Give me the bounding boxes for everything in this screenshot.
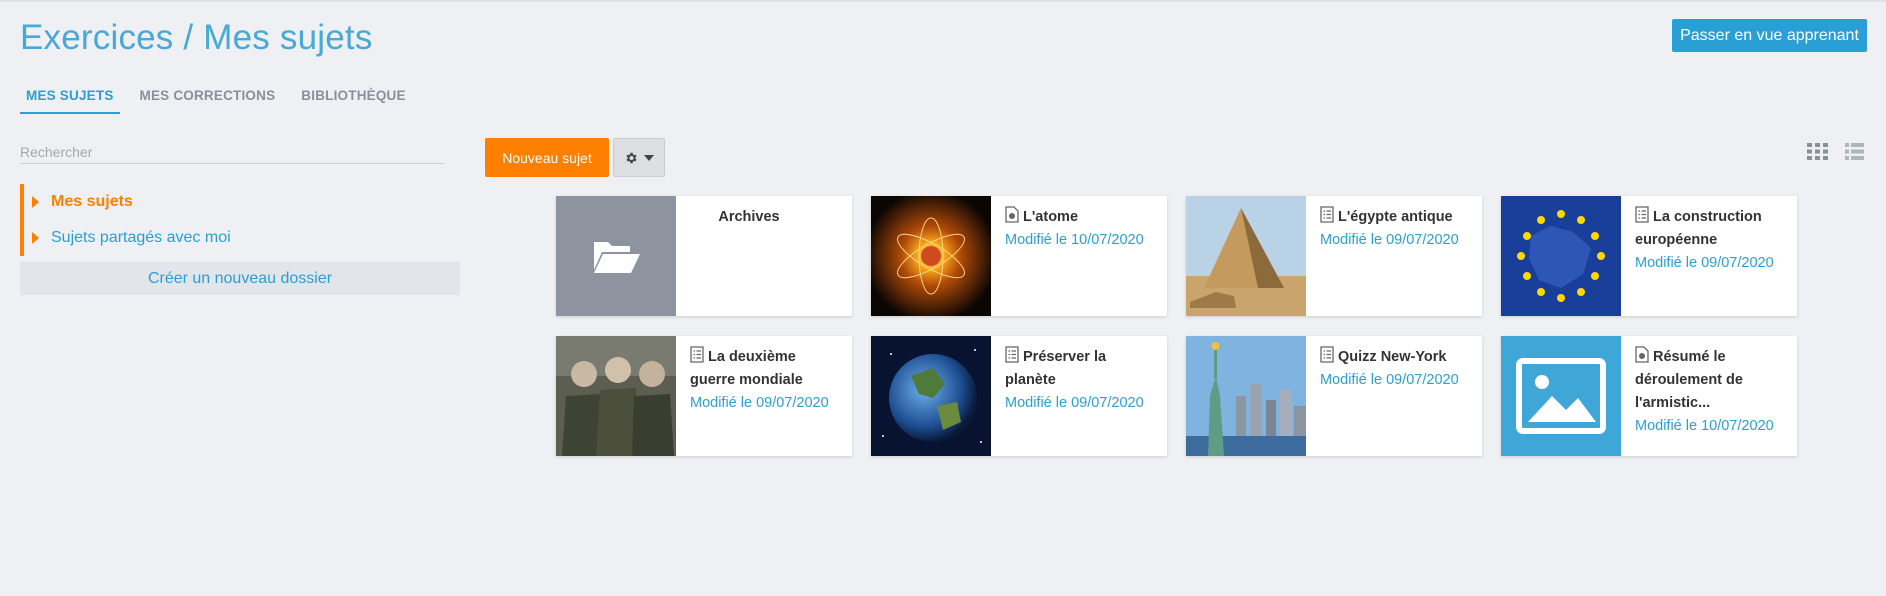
folder-tree: Mes sujets Sujets partagés avec moi: [20, 184, 460, 256]
card-title: L'égypte antique: [1338, 209, 1453, 225]
chevron-down-icon: [644, 154, 654, 161]
image-placeholder-icon: [1516, 358, 1606, 434]
card-date: Modifié le 09/07/2020: [1005, 395, 1144, 411]
sidebar: Mes sujets Sujets partagés avec moi Crée…: [20, 140, 460, 295]
page-title: Exercices / Mes sujets: [20, 18, 373, 57]
open-folder-icon: [594, 242, 640, 273]
card-date: Modifié le 10/07/2020: [1005, 232, 1144, 248]
subjects-grid: Archives L'atome Modifié le 10/07/2020 L…: [556, 196, 1797, 456]
card-subject[interactable]: Résumé le déroulement de l'armistic... M…: [1501, 336, 1797, 456]
doc-quiz-icon: [1635, 346, 1649, 363]
card-date: Modifié le 09/07/2020: [1320, 232, 1459, 248]
doc-list-icon: [1005, 346, 1019, 363]
folder-sujets-partages[interactable]: Sujets partagés avec moi: [24, 220, 460, 256]
card-subject[interactable]: Préserver la planète Modifié le 09/07/20…: [871, 336, 1167, 456]
card-subject[interactable]: La deuxième guerre mondiale Modifié le 0…: [556, 336, 852, 456]
caret-right-icon: [32, 196, 39, 208]
thumbnail-europe: [1501, 196, 1621, 316]
card-subject[interactable]: L'atome Modifié le 10/07/2020: [871, 196, 1167, 316]
card-title: Archives: [718, 209, 780, 225]
card-subject[interactable]: La construction européenne Modifié le 09…: [1501, 196, 1797, 316]
tab-mes-corrections[interactable]: MES CORRECTIONS: [134, 80, 282, 114]
thumbnail-atome: [871, 196, 991, 316]
thumbnail-egypte: [1186, 196, 1306, 316]
doc-list-icon: [1320, 346, 1334, 363]
list-view-icon[interactable]: [1845, 143, 1864, 160]
card-date: Modifié le 09/07/2020: [1635, 255, 1774, 271]
doc-list-icon: [690, 346, 704, 363]
doc-list-icon: [1320, 206, 1334, 223]
card-title: La deuxième guerre mondiale: [690, 349, 803, 388]
folder-thumbnail: [556, 196, 676, 316]
thumbnail-guerre-mondiale: [556, 336, 676, 456]
card-archives[interactable]: Archives: [556, 196, 852, 316]
settings-dropdown-button[interactable]: [613, 138, 665, 177]
card-date: Modifié le 09/07/2020: [690, 395, 829, 411]
search-input[interactable]: [20, 140, 445, 164]
folder-label: Mes sujets: [51, 193, 133, 210]
folder-label: Sujets partagés avec moi: [51, 229, 231, 246]
card-date: Modifié le 10/07/2020: [1635, 418, 1774, 434]
card-date: Modifié le 09/07/2020: [1320, 372, 1459, 388]
card-subject[interactable]: Quizz New-York Modifié le 09/07/2020: [1186, 336, 1482, 456]
view-switcher: [1807, 143, 1864, 160]
doc-quiz-icon: [1005, 206, 1019, 223]
card-title: Préserver la planète: [1005, 349, 1107, 388]
card-title: Résumé le déroulement de l'armistic...: [1635, 349, 1743, 411]
card-subject[interactable]: L'égypte antique Modifié le 09/07/2020: [1186, 196, 1482, 316]
thumbnail-placeholder: [1501, 336, 1621, 456]
thumbnail-new-york: [1186, 336, 1306, 456]
gear-icon: [626, 152, 637, 163]
card-title: Quizz New-York: [1338, 349, 1447, 365]
folder-mes-sujets[interactable]: Mes sujets: [24, 184, 460, 220]
tab-bar: MES SUJETS MES CORRECTIONS BIBLIOTHÈQUE: [20, 80, 426, 114]
doc-list-icon: [1635, 206, 1649, 223]
tab-bibliotheque[interactable]: BIBLIOTHÈQUE: [295, 80, 411, 114]
thumbnail-planete: [871, 336, 991, 456]
grid-view-icon[interactable]: [1807, 143, 1828, 160]
learner-view-button[interactable]: Passer en vue apprenant: [1672, 19, 1867, 52]
create-folder-button[interactable]: Créer un nouveau dossier: [20, 262, 460, 295]
card-title: La construction européenne: [1635, 209, 1762, 248]
tab-mes-sujets[interactable]: MES SUJETS: [20, 80, 120, 114]
card-title: L'atome: [1023, 209, 1079, 225]
new-subject-button[interactable]: Nouveau sujet: [485, 138, 609, 177]
caret-right-icon: [32, 232, 39, 244]
